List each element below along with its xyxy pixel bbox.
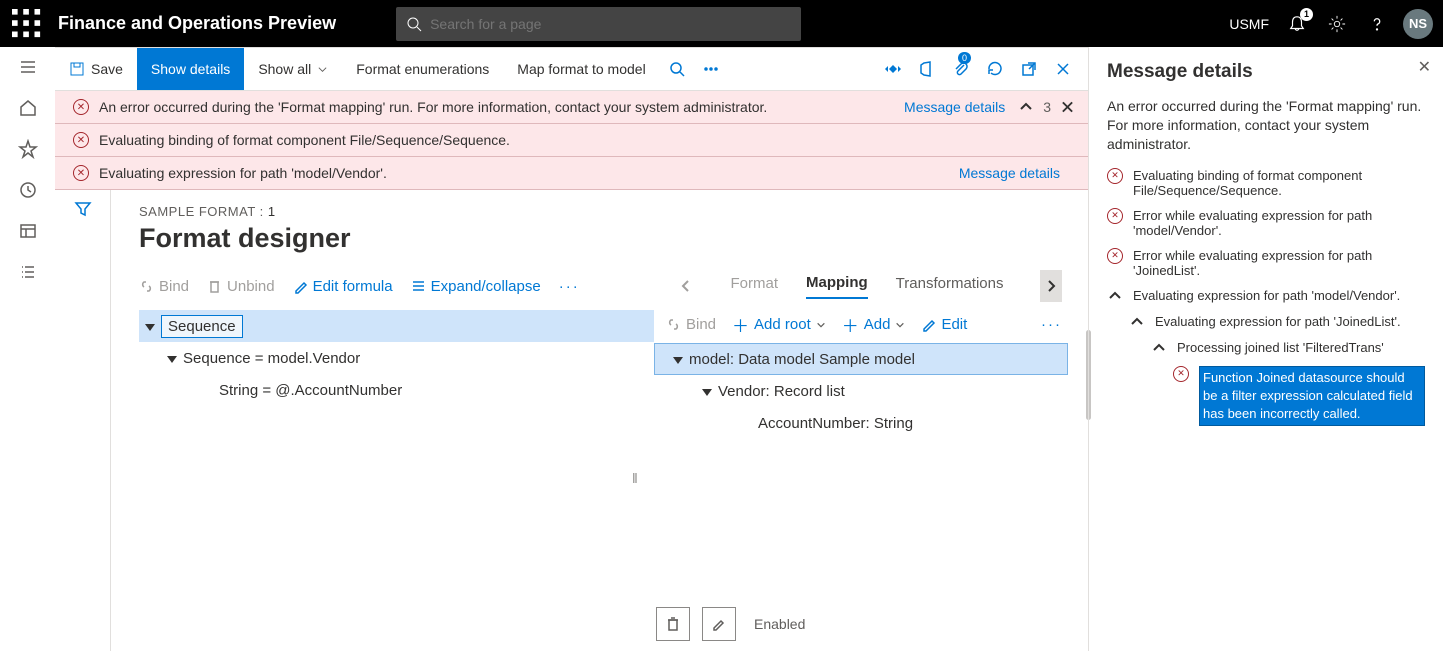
notification-count: 1 [1300, 8, 1313, 21]
edit-formula-button[interactable]: Edit formula [293, 278, 393, 295]
command-bar: Save Show details Show all Format enumer… [55, 48, 1088, 91]
office-icon[interactable] [910, 52, 944, 86]
unbind-button[interactable]: Unbind [207, 278, 275, 295]
error-icon: ✕ [73, 132, 89, 148]
attachment-count: 0 [958, 52, 971, 64]
msg-item-expandable[interactable]: Processing joined list 'FilteredTrans' [1151, 340, 1425, 356]
banner-text: Evaluating expression for path 'model/Ve… [99, 165, 387, 181]
home-icon[interactable] [18, 98, 38, 121]
panel-description: An error occurred during the 'Format map… [1107, 97, 1425, 154]
bind-button[interactable]: Bind [139, 278, 189, 295]
message-details-panel: ✕ Message details An error occurred duri… [1088, 47, 1443, 651]
msg-item-final[interactable]: ✕ Function Joined datasource should be a… [1173, 366, 1425, 427]
search-box[interactable] [396, 7, 801, 41]
close-icon[interactable] [1046, 52, 1080, 86]
format-enumerations-button[interactable]: Format enumerations [342, 48, 503, 90]
banner-text: Evaluating binding of format component F… [99, 132, 510, 148]
format-tree-pane: Bind Unbind Edit formula Expand/collapse… [139, 268, 654, 439]
filter-icon[interactable] [74, 200, 92, 651]
model-node-root[interactable]: model: Data model Sample model [654, 343, 1068, 375]
company-label[interactable]: USMF [1229, 16, 1269, 32]
mapping-pane: Format Mapping Transformations Bind ＋Add… [654, 268, 1088, 439]
enabled-label: Enabled [754, 616, 805, 632]
close-panel-icon[interactable]: ✕ [1418, 57, 1431, 77]
search-icon[interactable] [660, 52, 694, 86]
model-node-vendor[interactable]: Vendor: Record list [654, 375, 1068, 407]
notifications-icon[interactable]: 1 [1277, 4, 1317, 44]
map-format-to-model-button[interactable]: Map format to model [503, 48, 659, 90]
edit-button[interactable] [702, 607, 736, 641]
chevron-up-icon[interactable] [1019, 100, 1033, 114]
error-banner-1: ✕ An error occurred during the 'Format m… [55, 91, 1088, 124]
app-launcher-icon[interactable] [12, 9, 42, 39]
breadcrumb: SAMPLE FORMAT : 1 [139, 204, 1088, 219]
highlighted-error-text: Function Joined datasource should be a f… [1199, 366, 1425, 427]
recent-icon[interactable] [18, 180, 38, 203]
model-node-account[interactable]: AccountNumber: String [654, 407, 1068, 439]
expand-collapse-button[interactable]: Expand/collapse [411, 278, 541, 295]
error-icon: ✕ [73, 165, 89, 181]
msg-item[interactable]: ✕Evaluating binding of format component … [1107, 168, 1425, 198]
filter-column [55, 190, 111, 651]
attachments-icon[interactable]: 0 [944, 52, 978, 86]
refresh-icon[interactable] [978, 52, 1012, 86]
app-title: Finance and Operations Preview [58, 13, 336, 34]
designer-area: SAMPLE FORMAT : 1 Format designer Bind U… [55, 190, 1088, 651]
banner-count: 3 [1043, 99, 1051, 115]
more-icon[interactable]: ··· [1041, 316, 1062, 333]
show-details-button[interactable]: Show details [137, 48, 244, 90]
help-icon[interactable] [1357, 4, 1397, 44]
delete-button[interactable] [656, 607, 690, 641]
pane-tabs: Format Mapping Transformations [666, 268, 1068, 304]
error-banner-2: ✕ Evaluating binding of format component… [55, 124, 1088, 157]
more-icon[interactable]: ··· [559, 278, 580, 295]
close-banner-icon[interactable] [1061, 100, 1074, 114]
add-root-button[interactable]: ＋Add root [732, 312, 826, 337]
more-icon[interactable] [694, 52, 728, 86]
tab-nav-prev[interactable] [675, 270, 697, 302]
workspaces-icon[interactable] [18, 221, 38, 244]
settings-icon[interactable] [1317, 4, 1357, 44]
msg-item[interactable]: ✕Error while evaluating expression for p… [1107, 208, 1425, 238]
avatar[interactable]: NS [1403, 9, 1433, 39]
error-icon: ✕ [73, 99, 89, 115]
add-button[interactable]: ＋Add [842, 312, 906, 337]
message-details-link[interactable]: Message details [904, 99, 1005, 115]
search-input[interactable] [430, 16, 791, 32]
show-all-dropdown[interactable]: Show all [244, 48, 342, 90]
msg-item-expandable[interactable]: Evaluating expression for path 'model/Ve… [1107, 288, 1425, 304]
msg-item-expandable[interactable]: Evaluating expression for path 'JoinedLi… [1129, 314, 1425, 330]
diamond-icon[interactable] [876, 52, 910, 86]
banner-text: An error occurred during the 'Format map… [99, 99, 767, 115]
bind-button[interactable]: Bind [666, 316, 716, 333]
tab-format[interactable]: Format [731, 275, 779, 298]
message-details-link[interactable]: Message details [959, 165, 1060, 181]
new-window-icon[interactable] [1012, 52, 1046, 86]
left-nav-rail [0, 47, 55, 651]
save-button[interactable]: Save [55, 48, 137, 90]
tree-node-sequence-vendor[interactable]: Sequence = model.Vendor [139, 342, 654, 374]
modules-icon[interactable] [18, 262, 38, 285]
error-banner-3: ✕ Evaluating expression for path 'model/… [55, 157, 1088, 190]
topbar: Finance and Operations Preview USMF 1 NS [0, 0, 1443, 47]
tab-transformations[interactable]: Transformations [896, 275, 1004, 298]
main-area: Save Show details Show all Format enumer… [55, 47, 1088, 651]
hamburger-icon[interactable] [18, 57, 38, 80]
edit-button[interactable]: Edit [921, 316, 967, 333]
tab-nav-next[interactable] [1040, 270, 1062, 302]
tree-node-string-account[interactable]: String = @.AccountNumber [139, 374, 654, 406]
tree-node-sequence[interactable]: Sequence [139, 310, 654, 342]
msg-item[interactable]: ✕Error while evaluating expression for p… [1107, 248, 1425, 278]
panel-title: Message details [1107, 61, 1425, 83]
page-title: Format designer [139, 223, 1088, 254]
favorites-icon[interactable] [18, 139, 38, 162]
chevron-up-icon [1107, 288, 1123, 304]
chevron-up-icon [1151, 340, 1167, 356]
chevron-up-icon [1129, 314, 1145, 330]
splitter-handle-icon[interactable]: ‖ [632, 470, 638, 486]
tab-mapping[interactable]: Mapping [806, 274, 868, 299]
